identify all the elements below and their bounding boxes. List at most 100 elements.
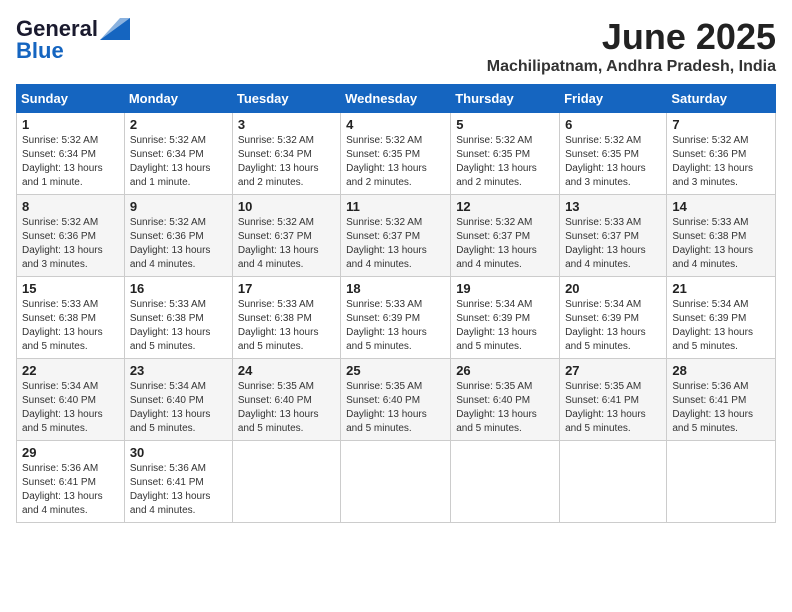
calendar-cell: 16 Sunrise: 5:33 AMSunset: 6:38 PMDaylig… xyxy=(124,277,232,359)
calendar-cell: 25 Sunrise: 5:35 AMSunset: 6:40 PMDaylig… xyxy=(341,359,451,441)
location-title: Machilipatnam, Andhra Pradesh, India xyxy=(487,58,776,76)
day-number: 4 xyxy=(346,117,445,132)
col-saturday: Saturday xyxy=(667,85,776,113)
cell-info: Sunrise: 5:34 AMSunset: 6:39 PMDaylight:… xyxy=(456,298,554,354)
month-title: June 2025 xyxy=(487,16,776,58)
calendar-week-row: 15 Sunrise: 5:33 AMSunset: 6:38 PMDaylig… xyxy=(17,277,776,359)
day-number: 29 xyxy=(22,445,119,460)
cell-info: Sunrise: 5:32 AMSunset: 6:35 PMDaylight:… xyxy=(456,134,554,190)
calendar-cell: 29 Sunrise: 5:36 AMSunset: 6:41 PMDaylig… xyxy=(17,441,125,523)
col-monday: Monday xyxy=(124,85,232,113)
calendar-cell: 28 Sunrise: 5:36 AMSunset: 6:41 PMDaylig… xyxy=(667,359,776,441)
calendar-week-row: 22 Sunrise: 5:34 AMSunset: 6:40 PMDaylig… xyxy=(17,359,776,441)
day-number: 12 xyxy=(456,199,554,214)
logo: General Blue xyxy=(16,16,130,64)
calendar-week-row: 29 Sunrise: 5:36 AMSunset: 6:41 PMDaylig… xyxy=(17,441,776,523)
day-number: 3 xyxy=(238,117,335,132)
cell-info: Sunrise: 5:36 AMSunset: 6:41 PMDaylight:… xyxy=(22,462,119,518)
day-number: 13 xyxy=(565,199,661,214)
day-number: 26 xyxy=(456,363,554,378)
calendar-cell: 14 Sunrise: 5:33 AMSunset: 6:38 PMDaylig… xyxy=(667,195,776,277)
calendar-cell xyxy=(451,441,560,523)
calendar-cell: 21 Sunrise: 5:34 AMSunset: 6:39 PMDaylig… xyxy=(667,277,776,359)
calendar-week-row: 8 Sunrise: 5:32 AMSunset: 6:36 PMDayligh… xyxy=(17,195,776,277)
cell-info: Sunrise: 5:32 AMSunset: 6:34 PMDaylight:… xyxy=(22,134,119,190)
calendar-cell xyxy=(232,441,340,523)
day-number: 30 xyxy=(130,445,227,460)
calendar-cell: 24 Sunrise: 5:35 AMSunset: 6:40 PMDaylig… xyxy=(232,359,340,441)
cell-info: Sunrise: 5:33 AMSunset: 6:39 PMDaylight:… xyxy=(346,298,445,354)
col-sunday: Sunday xyxy=(17,85,125,113)
calendar-cell: 20 Sunrise: 5:34 AMSunset: 6:39 PMDaylig… xyxy=(560,277,667,359)
day-number: 1 xyxy=(22,117,119,132)
col-wednesday: Wednesday xyxy=(341,85,451,113)
day-number: 11 xyxy=(346,199,445,214)
calendar-cell: 12 Sunrise: 5:32 AMSunset: 6:37 PMDaylig… xyxy=(451,195,560,277)
calendar-cell xyxy=(560,441,667,523)
cell-info: Sunrise: 5:34 AMSunset: 6:40 PMDaylight:… xyxy=(22,380,119,436)
calendar-cell: 22 Sunrise: 5:34 AMSunset: 6:40 PMDaylig… xyxy=(17,359,125,441)
day-number: 10 xyxy=(238,199,335,214)
calendar-cell: 15 Sunrise: 5:33 AMSunset: 6:38 PMDaylig… xyxy=(17,277,125,359)
calendar-cell xyxy=(341,441,451,523)
calendar-week-row: 1 Sunrise: 5:32 AMSunset: 6:34 PMDayligh… xyxy=(17,113,776,195)
title-block: June 2025 Machilipatnam, Andhra Pradesh,… xyxy=(487,16,776,76)
calendar-cell: 11 Sunrise: 5:32 AMSunset: 6:37 PMDaylig… xyxy=(341,195,451,277)
cell-info: Sunrise: 5:36 AMSunset: 6:41 PMDaylight:… xyxy=(130,462,227,518)
calendar-cell: 4 Sunrise: 5:32 AMSunset: 6:35 PMDayligh… xyxy=(341,113,451,195)
day-number: 28 xyxy=(672,363,770,378)
cell-info: Sunrise: 5:32 AMSunset: 6:34 PMDaylight:… xyxy=(238,134,335,190)
cell-info: Sunrise: 5:35 AMSunset: 6:41 PMDaylight:… xyxy=(565,380,661,436)
day-number: 23 xyxy=(130,363,227,378)
cell-info: Sunrise: 5:36 AMSunset: 6:41 PMDaylight:… xyxy=(672,380,770,436)
calendar-cell: 30 Sunrise: 5:36 AMSunset: 6:41 PMDaylig… xyxy=(124,441,232,523)
day-number: 14 xyxy=(672,199,770,214)
calendar-cell: 19 Sunrise: 5:34 AMSunset: 6:39 PMDaylig… xyxy=(451,277,560,359)
logo-icon xyxy=(100,18,130,40)
cell-info: Sunrise: 5:32 AMSunset: 6:35 PMDaylight:… xyxy=(565,134,661,190)
cell-info: Sunrise: 5:34 AMSunset: 6:40 PMDaylight:… xyxy=(130,380,227,436)
col-tuesday: Tuesday xyxy=(232,85,340,113)
cell-info: Sunrise: 5:32 AMSunset: 6:35 PMDaylight:… xyxy=(346,134,445,190)
day-number: 2 xyxy=(130,117,227,132)
calendar-cell: 27 Sunrise: 5:35 AMSunset: 6:41 PMDaylig… xyxy=(560,359,667,441)
calendar-cell: 18 Sunrise: 5:33 AMSunset: 6:39 PMDaylig… xyxy=(341,277,451,359)
day-number: 15 xyxy=(22,281,119,296)
day-number: 9 xyxy=(130,199,227,214)
calendar-cell: 6 Sunrise: 5:32 AMSunset: 6:35 PMDayligh… xyxy=(560,113,667,195)
day-number: 25 xyxy=(346,363,445,378)
calendar-cell: 17 Sunrise: 5:33 AMSunset: 6:38 PMDaylig… xyxy=(232,277,340,359)
day-number: 27 xyxy=(565,363,661,378)
col-friday: Friday xyxy=(560,85,667,113)
calendar-header-row: Sunday Monday Tuesday Wednesday Thursday… xyxy=(17,85,776,113)
day-number: 7 xyxy=(672,117,770,132)
cell-info: Sunrise: 5:35 AMSunset: 6:40 PMDaylight:… xyxy=(238,380,335,436)
calendar-table: Sunday Monday Tuesday Wednesday Thursday… xyxy=(16,84,776,523)
day-number: 21 xyxy=(672,281,770,296)
logo-blue-text: Blue xyxy=(16,38,64,64)
cell-info: Sunrise: 5:33 AMSunset: 6:38 PMDaylight:… xyxy=(238,298,335,354)
calendar-cell: 26 Sunrise: 5:35 AMSunset: 6:40 PMDaylig… xyxy=(451,359,560,441)
cell-info: Sunrise: 5:32 AMSunset: 6:36 PMDaylight:… xyxy=(22,216,119,272)
cell-info: Sunrise: 5:32 AMSunset: 6:36 PMDaylight:… xyxy=(672,134,770,190)
cell-info: Sunrise: 5:33 AMSunset: 6:38 PMDaylight:… xyxy=(130,298,227,354)
calendar-cell: 8 Sunrise: 5:32 AMSunset: 6:36 PMDayligh… xyxy=(17,195,125,277)
day-number: 22 xyxy=(22,363,119,378)
cell-info: Sunrise: 5:32 AMSunset: 6:37 PMDaylight:… xyxy=(456,216,554,272)
cell-info: Sunrise: 5:34 AMSunset: 6:39 PMDaylight:… xyxy=(672,298,770,354)
day-number: 16 xyxy=(130,281,227,296)
day-number: 24 xyxy=(238,363,335,378)
cell-info: Sunrise: 5:35 AMSunset: 6:40 PMDaylight:… xyxy=(456,380,554,436)
day-number: 19 xyxy=(456,281,554,296)
day-number: 5 xyxy=(456,117,554,132)
calendar-cell: 13 Sunrise: 5:33 AMSunset: 6:37 PMDaylig… xyxy=(560,195,667,277)
calendar-cell: 3 Sunrise: 5:32 AMSunset: 6:34 PMDayligh… xyxy=(232,113,340,195)
calendar-cell: 5 Sunrise: 5:32 AMSunset: 6:35 PMDayligh… xyxy=(451,113,560,195)
calendar-cell: 7 Sunrise: 5:32 AMSunset: 6:36 PMDayligh… xyxy=(667,113,776,195)
calendar-cell: 2 Sunrise: 5:32 AMSunset: 6:34 PMDayligh… xyxy=(124,113,232,195)
day-number: 8 xyxy=(22,199,119,214)
day-number: 17 xyxy=(238,281,335,296)
cell-info: Sunrise: 5:35 AMSunset: 6:40 PMDaylight:… xyxy=(346,380,445,436)
calendar-cell: 9 Sunrise: 5:32 AMSunset: 6:36 PMDayligh… xyxy=(124,195,232,277)
day-number: 20 xyxy=(565,281,661,296)
